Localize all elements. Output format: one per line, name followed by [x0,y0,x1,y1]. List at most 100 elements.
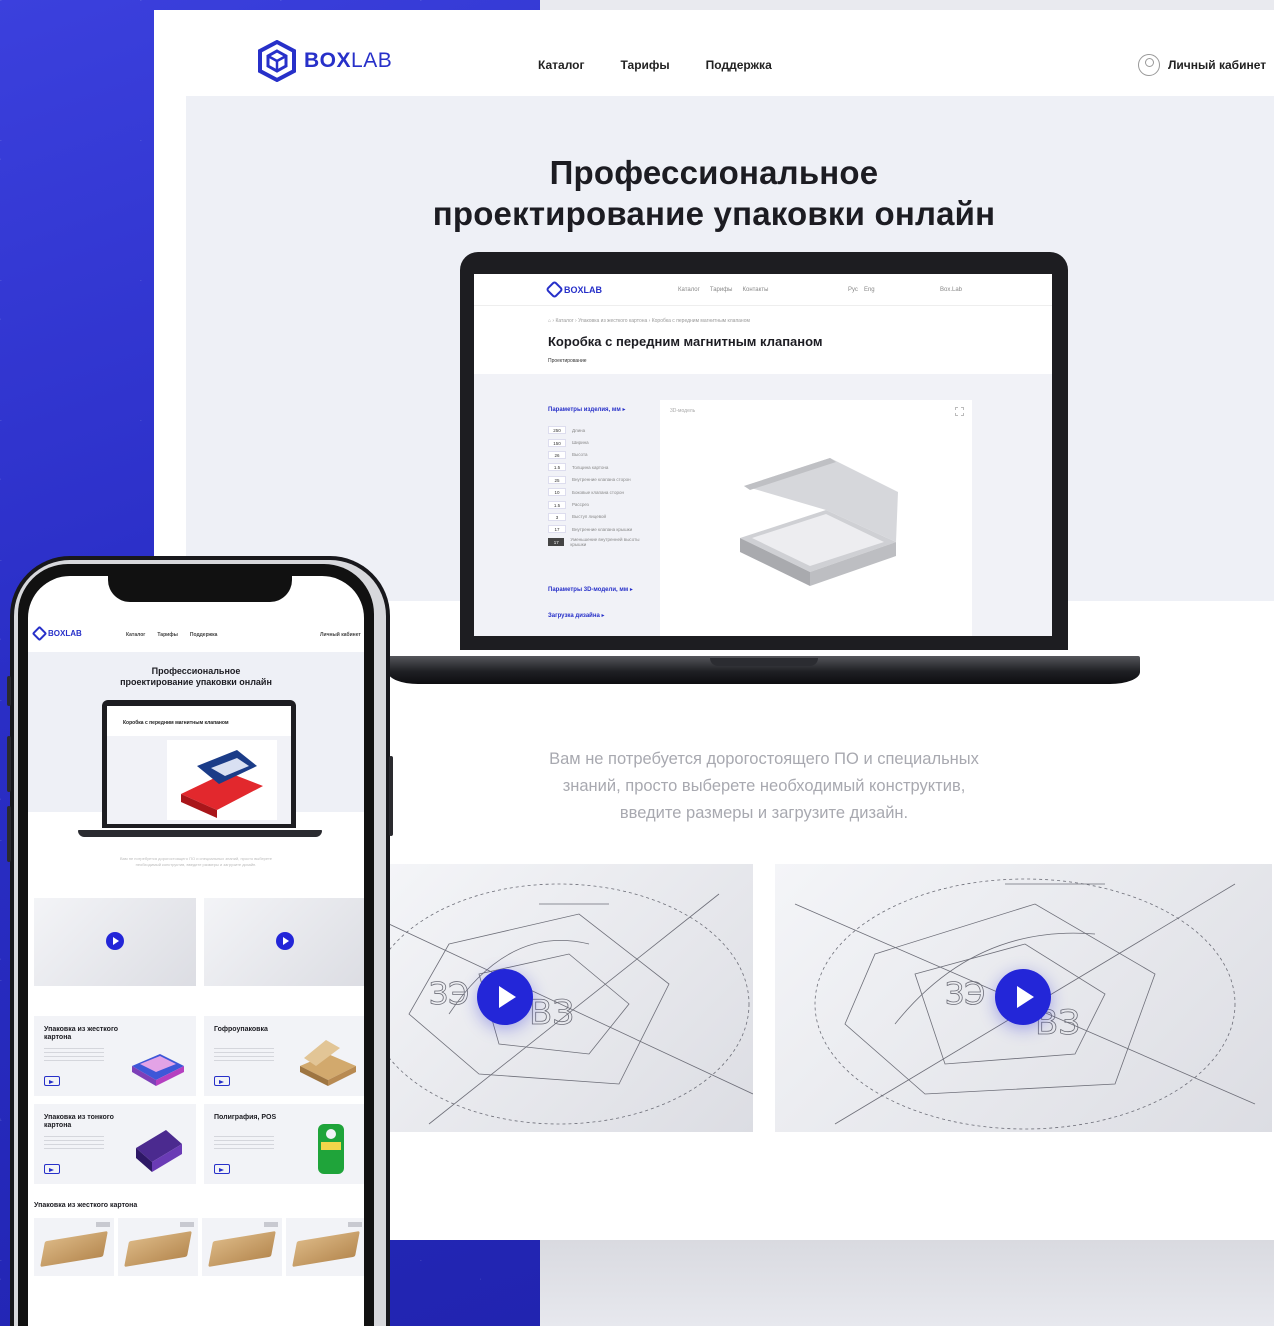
rigid-box-image [132,1054,184,1086]
product-card[interactable] [202,1218,282,1276]
param-label: Толщина картона [572,464,609,470]
product-card[interactable] [34,1218,114,1276]
play-button[interactable] [995,969,1051,1025]
lang-ru: Рус [848,287,858,293]
corrugated-box-image [300,1040,356,1086]
mobile-video-thumbnail[interactable] [34,898,196,986]
param-value: 17 [548,537,565,546]
param-value: 25 [548,475,566,484]
site-header: BOXLAB Каталог Тарифы Поддержка Личный к… [154,10,1274,96]
category-description [44,1136,104,1152]
account-label: Личный кабинет [1168,58,1267,72]
logo-text: BOXLAB [304,49,393,72]
phone-mockup: BOXLAB Каталог Тарифы Поддержка Личный к… [7,556,393,1326]
mobile-nav-catalog[interactable]: Каталог [126,632,145,638]
product-tag [96,1222,110,1227]
laptop-lang-switch: Рус Eng [848,287,875,293]
box-model-illustration [740,458,898,586]
mobile-nav-tariffs[interactable]: Тарифы [157,632,177,638]
phone-side-button [7,676,11,706]
laptop-notch [710,658,818,666]
params-heading: Параметры изделия, мм ▸ [548,407,626,413]
page-shadow [540,1240,1274,1326]
nav-support-link[interactable]: Поддержка [706,58,772,72]
laptop-mockup: BOXLAB Каталог Тарифы Контакты Рус Eng B… [460,252,1068,650]
nav-tariffs-link[interactable]: Тарифы [621,58,670,72]
blueprint-sketch: ЗЭ ВЗ [389,883,753,1125]
user-icon [1138,54,1160,76]
logo-cube-icon [545,280,564,299]
category-title: Полиграфия, POS [214,1114,277,1121]
site-logo[interactable]: BOXLAB [256,40,392,82]
category-card[interactable]: Гофроупаковка [204,1016,364,1096]
param-value: 26 [548,450,566,459]
product-card[interactable] [118,1218,198,1276]
mobile-logo[interactable]: BOXLAB [31,625,82,642]
param-value: 1.5 [548,500,566,509]
laptop-screen: BOXLAB Каталог Тарифы Контакты Рус Eng B… [474,274,1052,636]
param-label: Уменьшение внутренней высоты крышки [570,536,640,547]
laptop-nav-contacts: Контакты [742,287,769,293]
laptop-nav-tariffs: Тарифы [709,287,733,293]
param-value: 10 [548,488,566,497]
param-value: 250 [548,426,566,435]
thin-box-image [136,1130,182,1172]
param-row: 1.5 Толщина картона [548,461,648,473]
mobile-nav-support[interactable]: Поддержка [190,632,218,638]
product-subtitle: Проектирование [548,358,587,364]
category-description [214,1136,274,1152]
nav-catalog-link[interactable]: Каталог [538,58,585,72]
model-params-heading: Параметры 3D-модели, мм ▸ [548,587,633,593]
3d-viewer: 3D-модель [660,400,972,636]
param-label: Боковые клапана сторон [572,489,624,495]
param-value: 150 [548,438,566,447]
param-label: Ширина [572,440,589,446]
param-row: 17 Внутренние клапана крышки [548,523,648,535]
mobile-hero-title: Профессиональное проектирование упаковки… [120,666,272,687]
category-card[interactable]: Упаковка из жесткого картона [34,1016,196,1096]
param-row: 1.5 Рассрез [548,498,648,510]
product-box-image [40,1230,108,1268]
breadcrumb: ⌂ › Каталог › Упаковка из жесткого карто… [548,318,750,324]
arrow-right-icon[interactable] [214,1076,230,1086]
category-card[interactable]: Полиграфия, POS [204,1104,364,1184]
category-card[interactable]: Упаковка из тонкого картона [34,1104,196,1184]
lang-en: Eng [863,287,875,293]
mobile-laptop-screen: Коробка с передним магнитным клапаном [107,706,291,824]
category-title: Упаковка из жесткого картона [44,1026,119,1041]
phone-side-button [7,806,11,862]
account-link[interactable]: Личный кабинет [1138,54,1266,76]
param-label: Рассрез [572,502,589,508]
arrow-right-icon[interactable] [214,1164,230,1174]
category-title: Гофроупаковка [214,1026,268,1033]
play-button[interactable] [106,932,124,950]
param-label: Выступ лицевой [572,514,607,520]
logo-cube-icon [31,625,48,642]
video-thumbnail[interactable]: ЗЭ ВЗ [775,864,1272,1132]
param-value: 17 [548,525,566,534]
param-row: 26 Высота [548,449,648,461]
mobile-account-link[interactable]: Личный кабинет [320,632,361,638]
param-label: Внутренние клапана сторон [572,477,631,483]
video-thumbnail[interactable]: ЗЭ ВЗ [389,864,753,1132]
mobile-video-thumbnail[interactable] [204,898,364,986]
svg-text:ВЗ: ВЗ [529,993,574,1033]
arrow-right-icon[interactable] [44,1164,60,1174]
play-button[interactable] [477,969,533,1025]
product-box-image [124,1230,192,1268]
phone-notch [108,568,292,602]
hero-title: Профессиональное проектирование упаковки… [432,154,996,232]
category-description [214,1048,274,1064]
red-box-illustration [167,740,277,820]
mobile-description: Вам не потребуется дорогостоящего ПО и с… [119,856,272,867]
phone-screen: BOXLAB Каталог Тарифы Поддержка Личный к… [28,576,364,1326]
mobile-header: BOXLAB Каталог Тарифы Поддержка Личный к… [28,625,364,654]
param-label: Высота [572,452,588,458]
play-button[interactable] [276,932,294,950]
mobile-section-title: Упаковка из жесткого картона [34,1202,138,1209]
product-card[interactable] [286,1218,364,1276]
param-value: 1.5 [548,463,566,472]
product-title: Коробка с передним магнитным клапаном [548,334,823,349]
category-description [44,1048,104,1064]
arrow-right-icon[interactable] [44,1076,60,1086]
